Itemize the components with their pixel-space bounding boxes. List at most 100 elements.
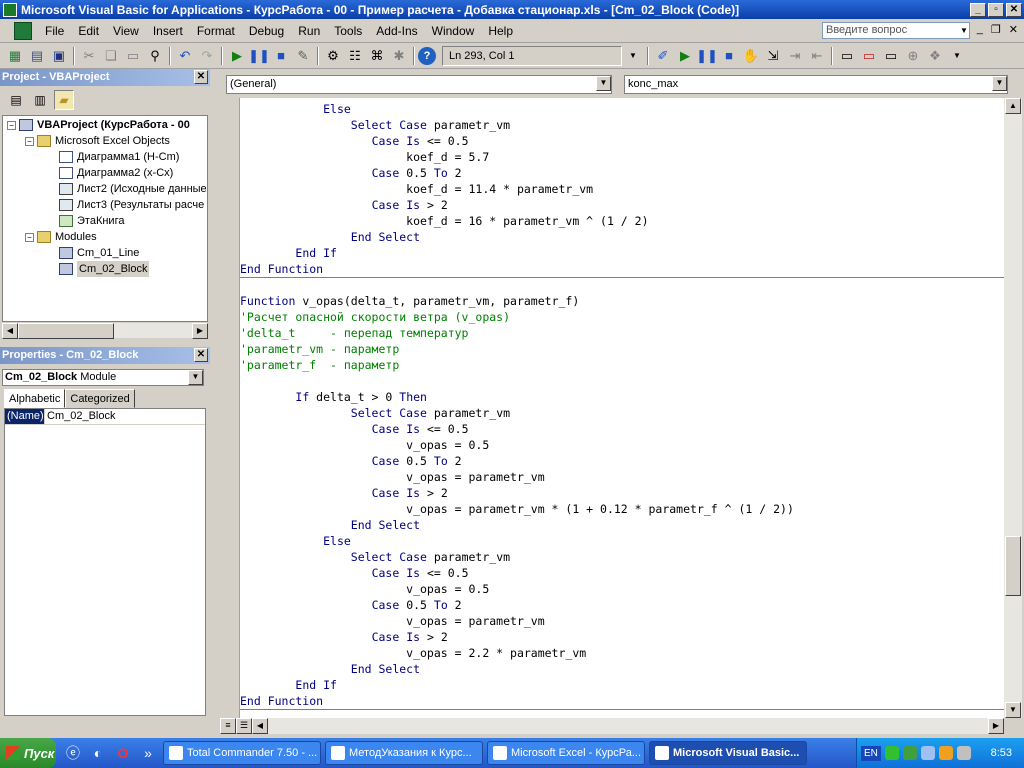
mdi-restore-button[interactable]: ❐ <box>991 23 1001 36</box>
call-stack-icon[interactable]: ❖ <box>924 45 946 67</box>
tree-item-cm02-block[interactable]: Cm_02_Block <box>59 261 150 277</box>
scroll-right-icon[interactable]: ▶ <box>192 323 208 339</box>
code-line[interactable]: End Select <box>240 517 1004 533</box>
start-button[interactable]: Пуск <box>0 738 56 768</box>
tree-item-vbaproject[interactable]: − VBAProject (КурсРабота - 00 <box>7 117 190 133</box>
code-line[interactable]: Case Is > 2 <box>240 485 1004 501</box>
excel-icon[interactable] <box>14 21 32 40</box>
task-total-commander[interactable]: Total Commander 7.50 - ... <box>163 741 321 765</box>
tree-item-chart1[interactable]: Диаграмма1 (Н-Cm) <box>59 149 179 165</box>
code-line[interactable]: v_opas = 0.5 <box>240 437 1004 453</box>
tree-item-chart2[interactable]: Диаграмма2 (х-Cх) <box>59 165 173 181</box>
toggle-folders-icon[interactable]: ▰ <box>54 90 74 110</box>
quick-launch-more[interactable]: » <box>137 742 159 764</box>
code-line[interactable] <box>240 373 1004 389</box>
menu-edit[interactable]: Edit <box>71 19 106 43</box>
code-line[interactable]: Case Is > 2 <box>240 197 1004 213</box>
ask-question-input[interactable]: Введите вопрос <box>822 22 970 39</box>
code-line[interactable]: Select Case parametr_vm <box>240 549 1004 565</box>
scroll-left-icon[interactable]: ◀ <box>252 718 268 734</box>
code-line[interactable]: 'parametr_vm - параметр <box>240 341 1004 357</box>
scroll-left-icon[interactable]: ◀ <box>2 323 18 339</box>
code-line[interactable]: Else <box>240 533 1004 549</box>
menu-tools[interactable]: Tools <box>327 19 369 43</box>
scroll-thumb[interactable] <box>1005 536 1021 596</box>
project-close-button[interactable]: ✕ <box>194 70 208 84</box>
code-line[interactable]: 'delta_t - перепад температур <box>240 325 1004 341</box>
tree-item-excel-objects[interactable]: − Microsoft Excel Objects <box>25 133 170 149</box>
toggle-breakpoint-icon[interactable]: ✋ <box>740 45 762 67</box>
code-line[interactable]: Case 0.5 To 2 <box>240 453 1004 469</box>
code-editor[interactable]: Else Select Case parametr_vm Case Is <= … <box>240 98 1004 718</box>
object-select[interactable]: (General) ▼ <box>226 75 612 94</box>
code-line[interactable]: koef_d = 16 * parametr_vm ^ (1 / 2) <box>240 213 1004 229</box>
paste-icon[interactable]: ▭ <box>122 45 144 67</box>
full-module-view-icon[interactable]: ☰ <box>236 718 252 734</box>
task-word[interactable]: МетодУказания к Курс... <box>325 741 483 765</box>
network-icon[interactable] <box>920 746 935 760</box>
watch-window-icon[interactable]: ▭ <box>880 45 902 67</box>
copy-icon[interactable]: ❏ <box>100 45 122 67</box>
code-line[interactable]: Case Is > 2 <box>240 629 1004 645</box>
code-line[interactable]: v_opas = parametr_vm * (1 + 0.12 * param… <box>240 501 1004 517</box>
undo-icon[interactable]: ↶ <box>174 45 196 67</box>
menu-help[interactable]: Help <box>481 19 520 43</box>
help-icon[interactable]: ? <box>418 46 436 65</box>
procedure-select[interactable]: konc_max ▼ <box>624 75 1008 94</box>
debug-design-icon[interactable]: ✐ <box>652 45 674 67</box>
toolbox-icon[interactable]: ✱ <box>388 45 410 67</box>
locals-window-icon[interactable]: ▭ <box>836 45 858 67</box>
clock[interactable]: 8:53 <box>991 747 1012 759</box>
code-line[interactable]: Function v_opas(delta_t, parametr_vm, pa… <box>240 293 1004 309</box>
chevron-down-icon[interactable]: ▼ <box>596 76 611 91</box>
menu-debug[interactable]: Debug <box>242 19 291 43</box>
tray-icon-orange[interactable] <box>938 746 953 760</box>
properties-close-button[interactable]: ✕ <box>194 348 208 362</box>
scroll-up-icon[interactable]: ▲ <box>1005 98 1021 114</box>
code-line[interactable] <box>240 277 1004 293</box>
immediate-window-icon[interactable]: ▭ <box>858 45 880 67</box>
collapse-icon[interactable]: − <box>25 232 34 242</box>
view-excel-icon[interactable]: ▦ <box>4 45 26 67</box>
code-line[interactable]: 'parametr_f - параметр <box>240 357 1004 373</box>
menu-add-ins[interactable]: Add-Ins <box>369 19 424 43</box>
break-icon[interactable]: ❚❚ <box>248 45 270 67</box>
debug-options-icon[interactable]: ▼ <box>946 45 968 67</box>
close-button[interactable]: ✕ <box>1006 2 1022 17</box>
redo-icon[interactable]: ↷ <box>196 45 218 67</box>
tab-alphabetic[interactable]: Alphabetic <box>4 389 66 408</box>
ie-icon[interactable]: ⓔ <box>62 742 84 764</box>
menu-file[interactable]: File <box>38 19 71 43</box>
tab-categorized[interactable]: Categorized <box>65 389 135 408</box>
tray-icon-green[interactable] <box>884 746 899 760</box>
object-browser-icon[interactable]: ⌘ <box>366 45 388 67</box>
view-object-icon[interactable]: ▥ <box>30 90 50 110</box>
language-indicator[interactable]: EN <box>861 745 881 761</box>
project-hscroll[interactable]: ◀ ▶ <box>2 322 208 339</box>
menu-run[interactable]: Run <box>291 19 327 43</box>
chevron-down-icon[interactable]: ▼ <box>188 370 203 385</box>
code-line[interactable]: Else <box>240 101 1004 117</box>
minimize-button[interactable]: _ <box>970 2 986 17</box>
tray-icon-shield[interactable] <box>902 746 917 760</box>
tree-item-modules[interactable]: − Modules <box>25 229 97 245</box>
code-line[interactable]: v_opas = 0.5 <box>240 581 1004 597</box>
insert-userform-icon[interactable]: ▤ <box>26 45 48 67</box>
save-icon[interactable]: ▣ <box>48 45 70 67</box>
menu-window[interactable]: Window <box>425 19 482 43</box>
code-line[interactable]: v_opas = parametr_vm <box>240 613 1004 629</box>
code-line[interactable]: Case Is <= 0.5 <box>240 421 1004 437</box>
scroll-thumb[interactable] <box>18 323 114 339</box>
app-icon[interactable]: ◐ <box>87 742 109 764</box>
tray-icon-gray[interactable] <box>956 746 971 760</box>
properties-window-icon[interactable]: ☷ <box>344 45 366 67</box>
code-line[interactable]: Select Case parametr_vm <box>240 405 1004 421</box>
debug-break-icon[interactable]: ❚❚ <box>696 45 718 67</box>
code-line[interactable]: koef_d = 11.4 * parametr_vm <box>240 181 1004 197</box>
chevron-down-icon[interactable]: ▼ <box>992 76 1007 91</box>
find-icon[interactable]: ⚲ <box>144 45 166 67</box>
maximize-button[interactable]: ▫ <box>988 2 1004 17</box>
collapse-icon[interactable]: − <box>7 120 16 130</box>
code-line[interactable]: End Function <box>240 261 1004 277</box>
scroll-right-icon[interactable]: ▶ <box>988 718 1004 734</box>
